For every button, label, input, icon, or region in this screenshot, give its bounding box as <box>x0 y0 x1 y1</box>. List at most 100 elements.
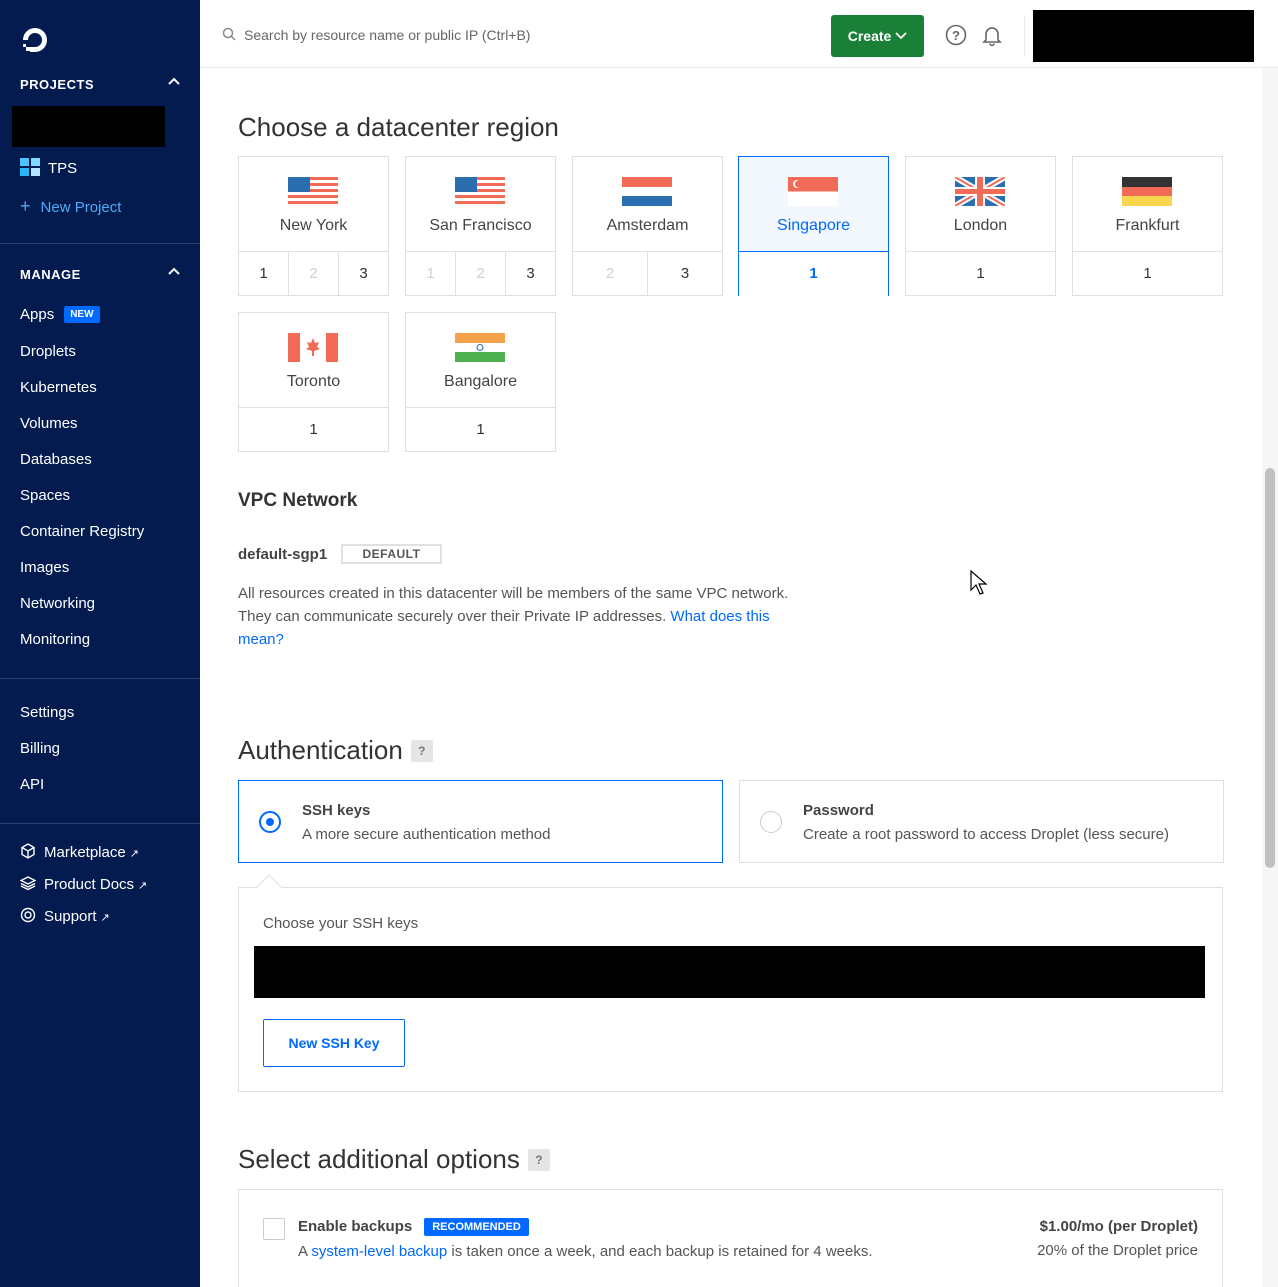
authentication-section-title: Authentication? <box>238 735 433 766</box>
region-name: Bangalore <box>444 373 517 390</box>
enable-backups-checkbox[interactable] <box>263 1218 285 1240</box>
create-label: Create <box>847 28 892 44</box>
external-link-icon: ↗ <box>100 912 110 924</box>
sidebar-item-billing[interactable]: Billing <box>20 740 60 757</box>
chevron-down-icon <box>895 32 907 40</box>
sidebar-item-volumes[interactable]: Volumes <box>20 415 78 432</box>
datacenter-option[interactable]: 1 <box>906 252 1055 296</box>
project-icon <box>20 158 40 176</box>
sidebar-item-droplets[interactable]: Droplets <box>20 343 76 360</box>
product-docs-label: Product Docs <box>44 876 135 893</box>
scrollbar-thumb[interactable] <box>1265 468 1275 868</box>
datacenter-option[interactable]: 1 <box>239 252 289 296</box>
region-san-francisco[interactable]: San Francisco 1 2 3 <box>405 156 556 296</box>
sidebar-item-images[interactable]: Images <box>20 559 69 576</box>
sidebar-item-monitoring[interactable]: Monitoring <box>20 631 90 648</box>
new-project-link[interactable]: + New Project <box>20 196 121 217</box>
radio-unselected[interactable] <box>760 811 782 833</box>
system-level-backup-link[interactable]: system-level backup <box>311 1243 447 1260</box>
uk-flag-icon <box>955 177 1005 206</box>
search-input[interactable] <box>244 22 644 48</box>
auth-option-subtitle: A more secure authentication method <box>302 826 551 843</box>
datacenter-option-disabled: 1 <box>406 252 456 296</box>
sidebar-item-networking[interactable]: Networking <box>20 595 95 612</box>
datacenter-option[interactable]: 1 <box>1073 252 1222 296</box>
backups-description: A system-level backup is taken once a we… <box>298 1243 873 1260</box>
region-name: San Francisco <box>429 217 532 234</box>
sidebar-link-support[interactable]: Support ↗ <box>20 907 110 925</box>
datacenter-option[interactable]: 1 <box>239 408 388 452</box>
region-toronto[interactable]: Toronto 1 <box>238 312 389 452</box>
datacenter-option[interactable]: 3 <box>506 252 555 296</box>
additional-options-title: Select additional options <box>238 1144 520 1174</box>
digitalocean-logo-icon[interactable] <box>20 25 50 55</box>
projects-heading: PROJECTS <box>20 77 95 92</box>
datacenter-row: 1 <box>406 407 555 452</box>
sidebar-item-label: Apps <box>20 306 55 323</box>
sidebar-project-tps[interactable]: TPS <box>20 158 77 177</box>
region-singapore[interactable]: Singapore 1 <box>738 156 889 296</box>
sidebar-item-apps[interactable]: Apps NEW <box>20 306 100 323</box>
ssh-keys-list-redacted[interactable] <box>254 946 1205 998</box>
bell-icon[interactable] <box>981 24 1003 46</box>
help-icon[interactable]: ? <box>945 24 967 46</box>
projects-collapse-chevron-icon[interactable] <box>168 76 180 90</box>
radio-selected[interactable] <box>259 811 281 833</box>
datacenter-row: 1 <box>739 251 888 296</box>
new-ssh-key-button[interactable]: New SSH Key <box>263 1019 405 1067</box>
ca-flag-icon <box>288 333 338 362</box>
sidebar-item-container-registry[interactable]: Container Registry <box>20 523 144 540</box>
new-project-label: New Project <box>40 199 122 216</box>
sidebar-item-databases[interactable]: Databases <box>20 451 92 468</box>
sidebar-item-spaces[interactable]: Spaces <box>20 487 70 504</box>
help-tooltip-icon[interactable]: ? <box>410 740 433 762</box>
region-name: London <box>953 217 1008 234</box>
region-london[interactable]: London 1 <box>905 156 1056 296</box>
region-amsterdam[interactable]: Amsterdam 2 3 <box>572 156 723 296</box>
backups-title: Enable backups <box>298 1218 413 1235</box>
sg-flag-icon <box>788 177 838 206</box>
vpc-section-title: VPC Network <box>238 490 358 511</box>
help-tooltip-icon[interactable]: ? <box>527 1149 550 1171</box>
sidebar-link-product-docs[interactable]: Product Docs ↗ <box>19 875 147 893</box>
region-bangalore[interactable]: Bangalore 1 <box>405 312 556 452</box>
backups-option-card[interactable]: Enable backups RECOMMENDED A system-level… <box>238 1189 1223 1287</box>
backups-price-note: 20% of the Droplet price <box>1037 1242 1198 1259</box>
recommended-badge: RECOMMENDED <box>424 1218 529 1236</box>
datacenter-option[interactable]: 3 <box>339 252 388 296</box>
region-name: New York <box>279 217 348 234</box>
redacted-project[interactable] <box>12 106 165 147</box>
account-menu-redacted[interactable] <box>1033 10 1254 62</box>
marketplace-label: Marketplace <box>44 844 126 861</box>
manage-collapse-chevron-icon[interactable] <box>168 266 180 280</box>
topbar-divider <box>1024 15 1025 57</box>
backups-title-row: Enable backups RECOMMENDED <box>298 1218 529 1236</box>
region-frankfurt[interactable]: Frankfurt 1 <box>1072 156 1223 296</box>
region-new-york[interactable]: New York 1 2 3 <box>238 156 389 296</box>
datacenter-option-selected[interactable]: 1 <box>739 252 888 296</box>
nl-flag-icon <box>622 177 672 206</box>
datacenter-row: 1 <box>1073 251 1222 296</box>
backups-price: $1.00/mo (per Droplet) <box>1039 1218 1198 1235</box>
datacenter-option[interactable]: 1 <box>406 408 555 452</box>
sidebar-item-api[interactable]: API <box>20 776 44 793</box>
sidebar-link-marketplace[interactable]: Marketplace ↗ <box>20 843 139 861</box>
auth-option-ssh-keys[interactable]: SSH keys A more secure authentication me… <box>238 780 723 863</box>
create-button[interactable]: Create <box>831 15 924 57</box>
radio-dot <box>266 818 274 826</box>
datacenter-option[interactable]: 3 <box>648 252 722 296</box>
us-flag-icon <box>455 177 505 206</box>
ssh-keys-panel: Choose your SSH keys New SSH Key <box>238 887 1223 1092</box>
backups-desc-prefix: A <box>298 1243 312 1260</box>
auth-option-subtitle: Create a root password to access Droplet… <box>803 826 1169 843</box>
top-bar: Create ? <box>200 0 1278 68</box>
support-label: Support <box>44 908 97 925</box>
docs-icon <box>19 876 37 891</box>
sidebar-item-kubernetes[interactable]: Kubernetes <box>20 379 97 396</box>
authentication-title: Authentication <box>238 735 403 765</box>
auth-option-password[interactable]: Password Create a root password to acces… <box>739 780 1224 863</box>
page-scrollbar[interactable] <box>1262 68 1278 1287</box>
sidebar-item-settings[interactable]: Settings <box>20 704 74 721</box>
us-flag-icon <box>288 177 338 206</box>
ssh-keys-label: Choose your SSH keys <box>263 915 419 932</box>
